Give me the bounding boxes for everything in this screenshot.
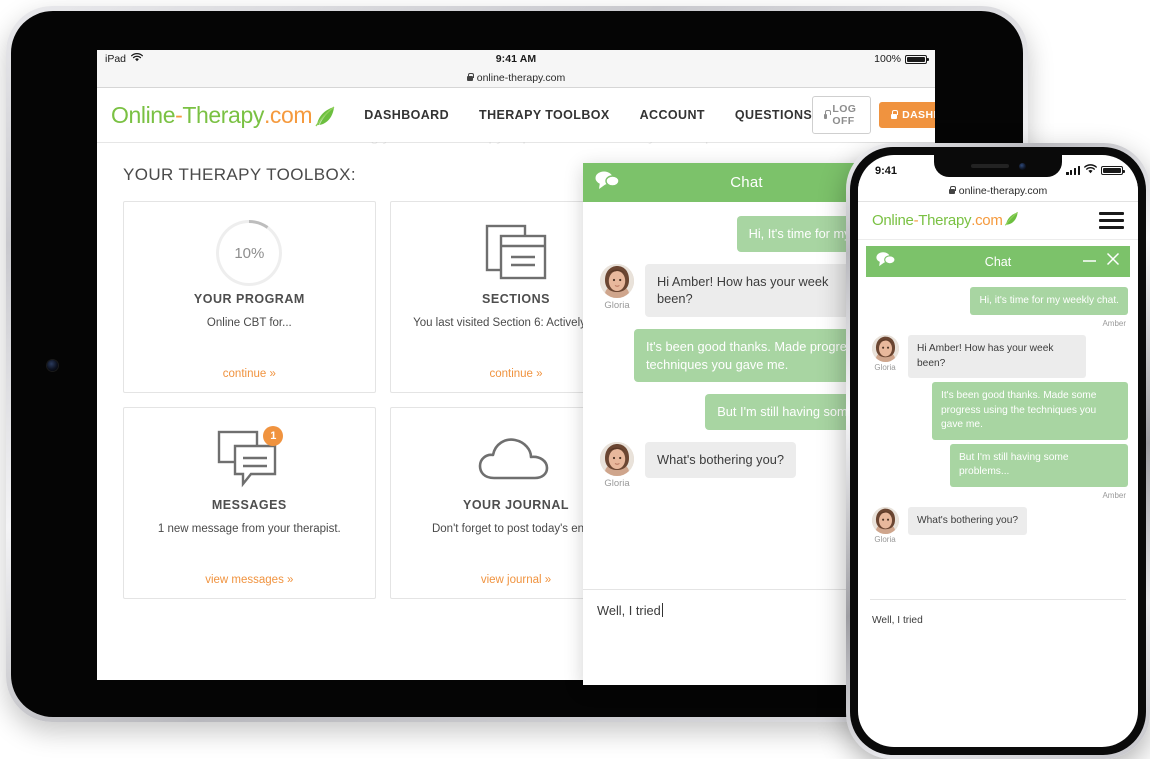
logo-part-therapy: Therapy [182, 101, 264, 128]
nav-item-therapy-toolbox[interactable]: THERAPY TOOLBOX [479, 108, 610, 122]
leaf-icon [314, 104, 335, 127]
logo-part-online: Online [872, 212, 914, 229]
nav-item-questions[interactable]: QUESTIONS [735, 108, 812, 122]
card-title: MESSAGES [211, 498, 287, 512]
site-logo[interactable]: Online - Therapy .com [111, 101, 335, 129]
log-off-button[interactable]: LOG OFF [812, 96, 872, 134]
nav-item-account[interactable]: ACCOUNT [640, 108, 705, 122]
avatar [871, 335, 899, 363]
avatar [871, 506, 899, 534]
nav-item-dashboard[interactable]: DASHBOARD [364, 108, 449, 122]
chat-message-row: Gloria Hi Amber! How has your week been? [868, 335, 1128, 379]
iphone-notch [934, 155, 1062, 177]
site-logo[interactable]: Online - Therapy .com [872, 210, 1019, 231]
card-title: YOUR JOURNAL [462, 498, 569, 512]
messages-icon: 1 [217, 422, 284, 496]
avatar [600, 441, 634, 476]
earpiece-speaker-icon [970, 164, 1009, 168]
card-description: 1 new message from your therapist. [157, 523, 341, 535]
chat-bubbles-icon [595, 170, 620, 195]
logo-part-com: .com [263, 101, 313, 128]
iphone-address-bar[interactable]: online-therapy.com [858, 180, 1138, 202]
ipad-address-bar[interactable]: online-therapy.com [97, 68, 935, 88]
lock-icon [824, 110, 832, 119]
hamburger-menu-icon[interactable] [1099, 212, 1124, 229]
iphone-chat-message-list: Hi, it's time for my weekly chat. Amber [858, 277, 1138, 599]
card-messages[interactable]: 1 MESSAGES 1 new message from your thera… [123, 407, 376, 599]
chat-bubble-incoming: Hi Amber! How has your week been? [908, 335, 1086, 379]
battery-icon [905, 54, 929, 64]
chat-sender-tag: Amber [1102, 319, 1126, 329]
chat-sender-name: Gloria [874, 363, 896, 373]
log-off-label: LOG OFF [832, 103, 857, 127]
main-navigation: DASHBOARD THERAPY TOOLBOX ACCOUNT QUESTI… [364, 108, 812, 122]
chat-message-row: But I'm still having some problems... [868, 443, 1128, 487]
wifi-icon [1084, 164, 1097, 177]
text-caret [661, 603, 663, 617]
avatar [600, 263, 634, 298]
card-link-view-messages[interactable]: view messages » [205, 574, 293, 586]
ipad-clock: 9:41 AM [495, 53, 537, 65]
card-title: YOUR PROGRAM [193, 292, 305, 306]
lock-icon [891, 110, 899, 119]
card-link-view-journal[interactable]: view journal » [481, 574, 551, 586]
chat-message-row: It's been good thanks. Made some progres… [868, 382, 1128, 440]
battery-icon [1101, 166, 1125, 175]
logo-part-com: .com [971, 212, 1003, 229]
dashboard-button-label: DASHBOARD [902, 109, 935, 121]
chat-sender-name: Gloria [874, 534, 896, 544]
lock-icon [466, 72, 474, 81]
iphone-screen: 9:41 online-therapy.com Online - Therapy… [858, 155, 1138, 747]
dashboard-button[interactable]: DASHBOARD [879, 102, 935, 128]
progress-ring-icon: 10% [216, 216, 283, 290]
site-header: Online - Therapy .com DASHBOARD THERAPY … [97, 88, 935, 142]
card-link-continue[interactable]: continue » [489, 368, 542, 380]
iphone-site-header: Online - Therapy .com [858, 202, 1138, 240]
chat-bubble-incoming: What's bothering you? [908, 506, 1028, 536]
chat-bubble-outgoing: It's been good thanks. Made some progres… [932, 382, 1128, 440]
close-icon[interactable] [1106, 252, 1120, 271]
leaf-icon [1004, 210, 1019, 231]
header-divider [97, 142, 935, 143]
logo-part-online: Online [111, 101, 176, 128]
cellular-bars-icon [1066, 166, 1080, 175]
cloud-journal-icon [477, 422, 555, 496]
card-description: Online CBT for... [206, 317, 292, 329]
iphone-device: 9:41 online-therapy.com Online - Therapy… [846, 143, 1150, 759]
card-title: SECTIONS [482, 292, 550, 306]
ipad-battery-percent: 100% [874, 53, 901, 65]
screenshot-stage: iPad 9:41 AM 100% online-therapy.com Onl… [0, 0, 1150, 759]
chat-bubble-outgoing: Hi, it's time for my weekly chat. [970, 287, 1128, 316]
iphone-clock: 9:41 [875, 165, 898, 177]
card-link-continue[interactable]: continue » [223, 368, 276, 380]
chat-sender-name: Gloria [604, 299, 630, 311]
iphone-bezel: 9:41 online-therapy.com Online - Therapy… [850, 147, 1146, 755]
front-camera-icon [1018, 162, 1026, 170]
minimize-icon[interactable] [1082, 253, 1097, 271]
iphone-url-text: online-therapy.com [958, 184, 1048, 197]
program-percent: 10% [234, 244, 265, 262]
card-your-program[interactable]: 10% YOUR PROGRAM Online CBT for... conti… [123, 201, 376, 393]
sections-documents-icon [485, 216, 547, 290]
ipad-front-camera-icon [47, 360, 58, 371]
iphone-chat-header: Chat [866, 246, 1130, 277]
lock-icon [948, 185, 956, 194]
ipad-status-bar: iPad 9:41 AM 100% [97, 50, 935, 68]
logo-dash: - [175, 101, 183, 128]
iphone-chat-input-value: Well, I tried [872, 615, 923, 626]
chat-sender-name: Gloria [604, 477, 630, 489]
chat-input-value: Well, I tried [597, 603, 661, 618]
chat-bubble-incoming: Hi Amber! How has your week been? [645, 263, 877, 317]
iphone-chat-input-area[interactable]: Well, I tried [870, 599, 1126, 638]
chat-message-row: Hi, it's time for my weekly chat. [868, 287, 1128, 316]
card-description: Don't forget to post today's entry! [431, 523, 601, 535]
chat-message-row: Gloria What's bothering you? [868, 506, 1128, 544]
logo-part-therapy: Therapy [918, 212, 972, 229]
chat-bubble-incoming: What's bothering you? [645, 441, 796, 478]
ipad-url-text: online-therapy.com [476, 71, 566, 84]
chat-bubble-outgoing: But I'm still having some problems... [950, 443, 1128, 487]
chat-sender-tag: Amber [1102, 490, 1126, 500]
